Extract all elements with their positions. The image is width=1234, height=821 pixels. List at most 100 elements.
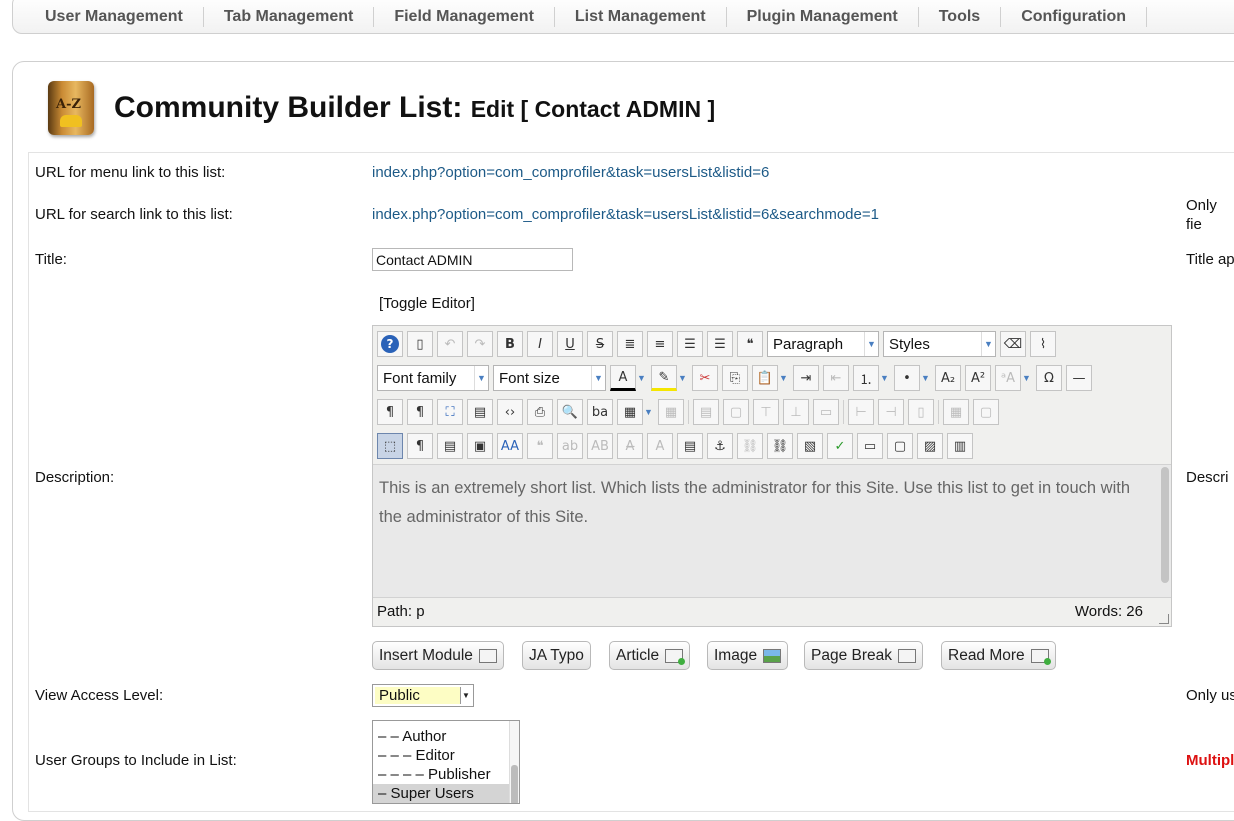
fullscreen-icon[interactable]: ⛶ bbox=[437, 399, 463, 425]
source-code-icon[interactable]: ‹› bbox=[497, 399, 523, 425]
align-justify-icon[interactable]: ≣ bbox=[617, 331, 643, 357]
editor-scrollbar[interactable] bbox=[1161, 467, 1169, 583]
toggle-editor-link[interactable]: [Toggle Editor] bbox=[379, 295, 475, 312]
insert-row-before-icon[interactable]: ⊤ bbox=[753, 399, 779, 425]
format-select[interactable]: Paragraph ▼ bbox=[767, 331, 879, 357]
copy-icon[interactable]: ⎘ bbox=[722, 365, 748, 391]
align-right-icon[interactable]: ☰ bbox=[707, 331, 733, 357]
cell-props-icon[interactable]: ▢ bbox=[723, 399, 749, 425]
insert-module-button[interactable]: Insert Module bbox=[372, 641, 504, 670]
chevron-down-icon[interactable]: ▼ bbox=[879, 365, 890, 391]
link-icon[interactable]: ⛓ bbox=[767, 433, 793, 459]
ja-typo-button[interactable]: JA Typo bbox=[522, 641, 591, 670]
bold-icon[interactable]: B bbox=[497, 331, 523, 357]
subscript-icon[interactable]: A₂ bbox=[935, 365, 961, 391]
image-icon[interactable]: ▧ bbox=[797, 433, 823, 459]
article-button[interactable]: Article bbox=[609, 641, 691, 670]
nav-tools[interactable]: Tools bbox=[919, 7, 1002, 27]
insert-layer-icon[interactable]: ▣ bbox=[467, 433, 493, 459]
nav-tab-management[interactable]: Tab Management bbox=[204, 7, 375, 27]
title-input[interactable] bbox=[372, 248, 573, 271]
anchor-icon[interactable]: ⚓ bbox=[707, 433, 733, 459]
list-item-selected[interactable]: – Super Users bbox=[373, 784, 519, 803]
new-document-icon[interactable]: ▯ bbox=[407, 331, 433, 357]
abbr-icon[interactable]: ab bbox=[557, 433, 583, 459]
nav-plugin-management[interactable]: Plugin Management bbox=[727, 7, 919, 27]
insert-col-before-icon[interactable]: ⊢ bbox=[848, 399, 874, 425]
chevron-down-icon[interactable]: ▼ bbox=[643, 399, 654, 425]
cleanup-broom-icon[interactable]: ⌇ bbox=[1030, 331, 1056, 357]
outdent-icon[interactable]: ⇤ bbox=[823, 365, 849, 391]
merge-cells-icon[interactable]: ▢ bbox=[973, 399, 999, 425]
font-size-select[interactable]: Font size ▼ bbox=[493, 365, 606, 391]
paste-icon[interactable]: 📋 bbox=[752, 365, 778, 391]
redo-icon[interactable]: ↷ bbox=[467, 331, 493, 357]
template-icon[interactable]: ▤ bbox=[437, 433, 463, 459]
split-cells-icon[interactable]: ▦ bbox=[943, 399, 969, 425]
non-breaking-icon[interactable]: ▢ bbox=[887, 433, 913, 459]
unlink-icon[interactable]: ⛓ bbox=[737, 433, 763, 459]
align-center-icon[interactable]: ≡ bbox=[647, 331, 673, 357]
italic-icon[interactable]: I bbox=[527, 331, 553, 357]
editor-content-area[interactable]: This is an extremely short list. Which l… bbox=[373, 464, 1171, 598]
list-item[interactable]: – – Author bbox=[373, 727, 519, 746]
underline-icon[interactable]: U bbox=[557, 331, 583, 357]
advanced-image-icon[interactable]: ▨ bbox=[917, 433, 943, 459]
highlight-color-icon[interactable]: ✎ bbox=[651, 365, 677, 391]
text-color-icon[interactable]: A bbox=[610, 365, 636, 391]
acronym-icon[interactable]: AB bbox=[587, 433, 613, 459]
superscript-icon[interactable]: A² bbox=[965, 365, 991, 391]
chevron-down-icon[interactable]: ▼ bbox=[778, 365, 789, 391]
blockquote-icon[interactable]: ❝ bbox=[737, 331, 763, 357]
visual-aid-icon[interactable]: ⬚ bbox=[377, 433, 403, 459]
list-item[interactable]: – – – Editor bbox=[373, 746, 519, 765]
undo-icon[interactable]: ↶ bbox=[437, 331, 463, 357]
text-direction-icon[interactable]: ᵃA bbox=[995, 365, 1021, 391]
page-break-icon[interactable]: ▭ bbox=[857, 433, 883, 459]
read-more-button[interactable]: Read More bbox=[941, 641, 1056, 670]
print-icon[interactable]: ⎙ bbox=[527, 399, 553, 425]
insert-col-after-icon[interactable]: ⊣ bbox=[878, 399, 904, 425]
insert-table-icon[interactable]: ▦ bbox=[617, 399, 643, 425]
horizontal-rule-icon[interactable]: — bbox=[1066, 365, 1092, 391]
preview-icon[interactable]: ▤ bbox=[467, 399, 493, 425]
replace-icon[interactable]: ba bbox=[587, 399, 613, 425]
url-search-link[interactable]: index.php?option=com_comprofiler&task=us… bbox=[372, 206, 879, 223]
show-blocks-icon[interactable]: ¶ bbox=[407, 433, 433, 459]
numbered-list-icon[interactable]: ⒈ bbox=[853, 365, 879, 391]
cut-icon[interactable]: ✂ bbox=[692, 365, 718, 391]
del-icon[interactable]: A̶ bbox=[617, 433, 643, 459]
rtl-icon[interactable]: ¶ bbox=[407, 399, 433, 425]
insert-row-after-icon[interactable]: ⊥ bbox=[783, 399, 809, 425]
styles-select[interactable]: Styles ▼ bbox=[883, 331, 996, 357]
view-access-select[interactable]: Public ▼ bbox=[372, 684, 474, 707]
chevron-down-icon[interactable]: ▼ bbox=[636, 365, 647, 391]
chevron-down-icon[interactable]: ▼ bbox=[677, 365, 688, 391]
user-groups-listbox[interactable]: – – Author – – – Editor – – – – Publishe… bbox=[372, 720, 520, 804]
cite-icon[interactable]: ❝ bbox=[527, 433, 553, 459]
page-break-button[interactable]: Page Break bbox=[804, 641, 923, 670]
nav-list-management[interactable]: List Management bbox=[555, 7, 727, 27]
image-button[interactable]: Image bbox=[707, 641, 789, 670]
indent-icon[interactable]: ⇥ bbox=[793, 365, 819, 391]
ltr-icon[interactable]: ¶ bbox=[377, 399, 403, 425]
eraser-icon[interactable]: ⌫ bbox=[1000, 331, 1026, 357]
attributes-icon[interactable]: ▤ bbox=[677, 433, 703, 459]
ins-icon[interactable]: A bbox=[647, 433, 673, 459]
style-props-icon[interactable]: AA bbox=[497, 433, 523, 459]
delete-table-icon[interactable]: ▦ bbox=[658, 399, 684, 425]
row-props-icon[interactable]: ▤ bbox=[693, 399, 719, 425]
nav-field-management[interactable]: Field Management bbox=[374, 7, 555, 27]
delete-row-icon[interactable]: ▭ bbox=[813, 399, 839, 425]
chevron-down-icon[interactable]: ▼ bbox=[1021, 365, 1032, 391]
help-icon[interactable]: ? bbox=[377, 331, 403, 357]
bullet-list-icon[interactable]: • bbox=[894, 365, 920, 391]
font-family-select[interactable]: Font family ▼ bbox=[377, 365, 489, 391]
align-left-icon[interactable]: ☰ bbox=[677, 331, 703, 357]
listbox-scroll-thumb[interactable] bbox=[511, 765, 518, 803]
find-icon[interactable]: 🔍 bbox=[557, 399, 583, 425]
media-icon[interactable]: ▥ bbox=[947, 433, 973, 459]
nav-configuration[interactable]: Configuration bbox=[1001, 7, 1148, 27]
resize-handle-icon[interactable] bbox=[1159, 614, 1169, 624]
strikethrough-icon[interactable]: S bbox=[587, 331, 613, 357]
